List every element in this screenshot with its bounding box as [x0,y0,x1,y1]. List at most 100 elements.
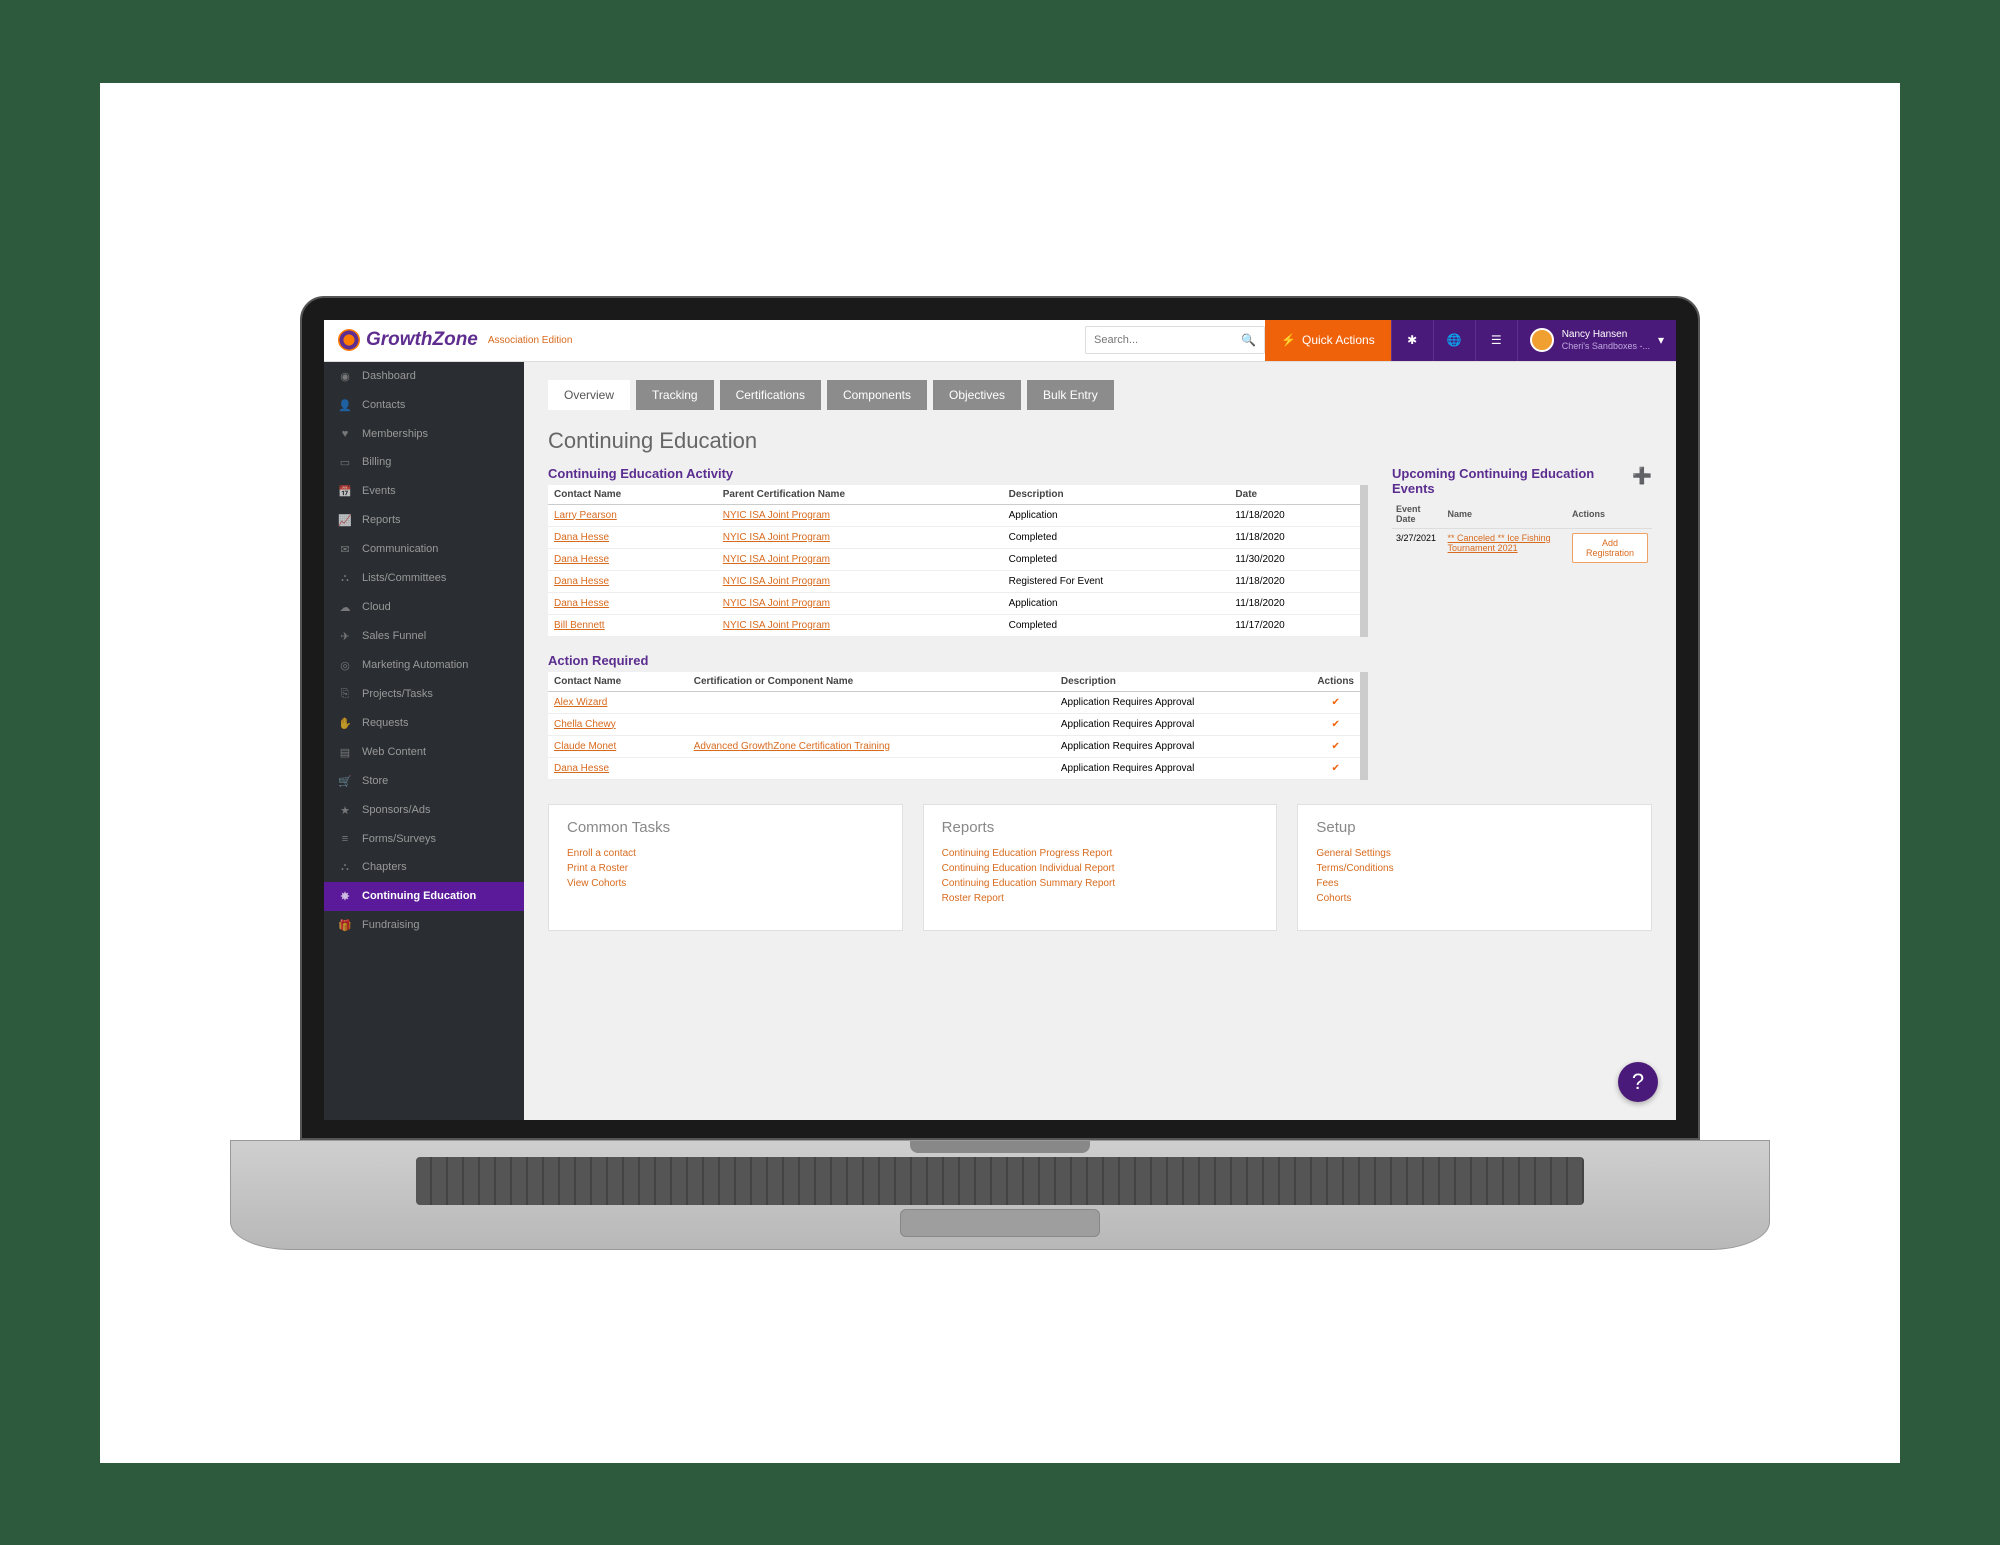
sidebar-item-events[interactable]: 📅Events [324,477,524,506]
sidebar-item-communication[interactable]: ✉Communication [324,535,524,564]
cert-link[interactable]: NYIC ISA Joint Program [723,554,830,565]
user-menu[interactable]: Nancy Hansen Cheri's Sandboxes -... ▾ [1517,320,1676,361]
contact-link[interactable]: Dana Hesse [554,554,609,565]
cert-link[interactable]: NYIC ISA Joint Program [723,598,830,609]
approve-check-icon[interactable]: ✔ [1311,713,1360,735]
action-scrollbar[interactable] [1360,672,1368,780]
add-event-icon[interactable]: ➕ [1632,466,1652,486]
col-header: Certification or Component Name [688,672,1055,692]
table-row: Dana HesseNYIC ISA Joint ProgramComplete… [548,526,1360,548]
tab-objectives[interactable]: Objectives [933,380,1021,410]
tab-bulk-entry[interactable]: Bulk Entry [1027,380,1114,410]
tab-components[interactable]: Components [827,380,927,410]
sidebar-icon: ✸ [338,890,352,903]
app-root: GrowthZone Association Edition 🔍 ⚡ Quick… [324,320,1676,1120]
sidebar-item-continuing-education[interactable]: ✸Continuing Education [324,882,524,911]
setup-link[interactable]: Cohorts [1316,891,1633,906]
setup-title: Setup [1316,819,1633,836]
sidebar-item-sponsors-ads[interactable]: ★Sponsors/Ads [324,796,524,825]
cert-link[interactable]: NYIC ISA Joint Program [723,576,830,587]
activity-table: Contact NameParent Certification NameDes… [548,485,1360,637]
sidebar-item-reports[interactable]: 📈Reports [324,506,524,535]
report-link[interactable]: Continuing Education Individual Report [942,861,1259,876]
tab-overview[interactable]: Overview [548,380,630,410]
cert-link[interactable]: NYIC ISA Joint Program [723,532,830,543]
col-header: Contact Name [548,672,688,692]
cert-link[interactable]: NYIC ISA Joint Program [723,510,830,521]
sidebar-label: Web Content [362,746,426,758]
contact-link[interactable]: Chella Chewy [554,719,616,730]
contact-link[interactable]: Dana Hesse [554,763,609,774]
sidebar-item-memberships[interactable]: ♥Memberships [324,420,524,448]
left-column: Continuing Education Activity Contact Na… [548,466,1368,780]
sidebar-item-sales-funnel[interactable]: ✈Sales Funnel [324,622,524,651]
help-button[interactable]: ? [1618,1062,1658,1102]
contact-link[interactable]: Larry Pearson [554,510,617,521]
sidebar-icon: ☁ [338,601,352,614]
globe-icon-button[interactable]: 🌐 [1433,320,1475,361]
approve-check-icon[interactable]: ✔ [1311,757,1360,779]
search-box[interactable]: 🔍 [1085,326,1265,354]
cert-link[interactable]: NYIC ISA Joint Program [723,620,830,631]
add-registration-button[interactable]: Add Registration [1572,533,1648,563]
contact-link[interactable]: Dana Hesse [554,598,609,609]
contact-link[interactable]: Dana Hesse [554,532,609,543]
sidebar-item-dashboard[interactable]: ◉Dashboard [324,362,524,391]
sidebar-item-billing[interactable]: ▭Billing [324,448,524,477]
setup-link[interactable]: Terms/Conditions [1316,861,1633,876]
sidebar-item-chapters[interactable]: ⛬Chapters [324,853,524,882]
setup-link[interactable]: Fees [1316,876,1633,891]
avatar-icon [1530,328,1554,352]
sidebar-item-requests[interactable]: ✋Requests [324,709,524,738]
report-link[interactable]: Roster Report [942,891,1259,906]
right-column: ➕ Upcoming Continuing Education Events E… [1392,466,1652,780]
chevron-down-icon: ▾ [1658,333,1664,347]
sidebar-label: Chapters [362,861,407,873]
search-icon: 🔍 [1241,333,1256,347]
contact-link[interactable]: Alex Wizard [554,697,607,708]
sidebar-item-store[interactable]: 🛒Store [324,767,524,796]
common-task-link[interactable]: Print a Roster [567,861,884,876]
sidebar-item-contacts[interactable]: 👤Contacts [324,391,524,420]
report-link[interactable]: Continuing Education Progress Report [942,846,1259,861]
cert-link[interactable]: Advanced GrowthZone Certification Traini… [694,741,890,752]
sidebar-label: Marketing Automation [362,659,468,671]
col-header: Actions [1568,500,1652,529]
activity-scrollbar[interactable] [1360,485,1368,637]
network-icon-button[interactable]: ✱ [1391,320,1433,361]
tab-certifications[interactable]: Certifications [720,380,821,410]
desc-cell: Application Requires Approval [1055,757,1311,779]
sidebar-item-fundraising[interactable]: 🎁Fundraising [324,911,524,940]
sidebar: ◉Dashboard👤Contacts♥Memberships▭Billing📅… [324,362,524,1120]
tab-tracking[interactable]: Tracking [636,380,714,410]
keyboard-graphic [416,1157,1585,1205]
common-task-link[interactable]: View Cohorts [567,876,884,891]
table-row: Dana HesseNYIC ISA Joint ProgramComplete… [548,548,1360,570]
common-task-link[interactable]: Enroll a contact [567,846,884,861]
sidebar-label: Store [362,775,388,787]
search-input[interactable] [1094,334,1241,346]
list-icon-button[interactable]: ☰ [1475,320,1517,361]
event-link[interactable]: ** Canceled ** Ice Fishing Tournament 20… [1448,533,1551,553]
sidebar-label: Sponsors/Ads [362,804,430,816]
sidebar-label: Lists/Committees [362,572,446,584]
outer-frame: GrowthZone Association Edition 🔍 ⚡ Quick… [100,83,1900,1463]
sidebar-item-marketing-automation[interactable]: ◎Marketing Automation [324,651,524,680]
action-required-table: Contact NameCertification or Component N… [548,672,1360,780]
contact-link[interactable]: Bill Bennett [554,620,605,631]
report-link[interactable]: Continuing Education Summary Report [942,876,1259,891]
contact-link[interactable]: Claude Monet [554,741,616,752]
quick-actions-button[interactable]: ⚡ Quick Actions [1265,320,1391,361]
table-row: Dana HesseNYIC ISA Joint ProgramApplicat… [548,592,1360,614]
question-icon: ? [1632,1069,1644,1095]
sidebar-item-projects-tasks[interactable]: ⎘Projects/Tasks [324,680,524,709]
approve-check-icon[interactable]: ✔ [1311,691,1360,713]
approve-check-icon[interactable]: ✔ [1311,735,1360,757]
sidebar-item-cloud[interactable]: ☁Cloud [324,593,524,622]
sidebar-item-forms-surveys[interactable]: ≡Forms/Surveys [324,825,524,853]
sidebar-item-web-content[interactable]: ▤Web Content [324,738,524,767]
contact-link[interactable]: Dana Hesse [554,576,609,587]
logo[interactable]: GrowthZone Association Edition [324,320,586,361]
setup-link[interactable]: General Settings [1316,846,1633,861]
sidebar-item-lists-committees[interactable]: ⛬Lists/Committees [324,564,524,593]
